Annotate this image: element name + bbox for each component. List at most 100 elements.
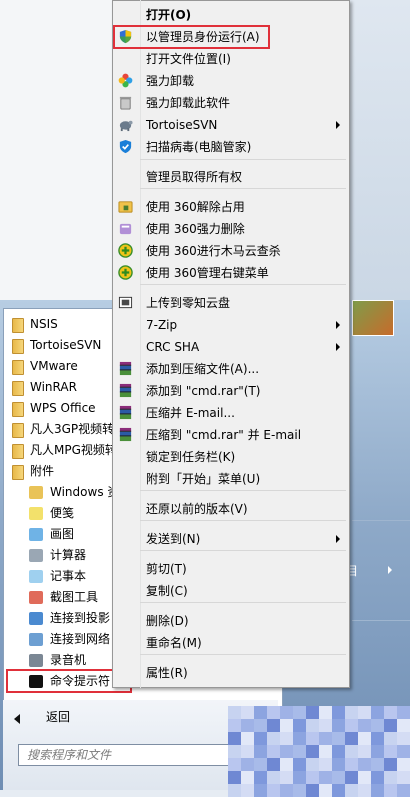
program-app-item[interactable]: 连接到投影 [50, 608, 110, 629]
mosaic-tile [280, 771, 293, 784]
context-menu-item[interactable]: 锁定到任务栏(K) [146, 446, 235, 468]
back-arrow-icon[interactable] [14, 714, 20, 724]
context-menu-item[interactable]: 剪切(T) [146, 558, 187, 580]
360-plus-icon [118, 265, 133, 280]
program-folder-item[interactable]: NSIS [30, 314, 58, 335]
context-menu-item[interactable]: 属性(R) [146, 662, 188, 684]
context-menu-separator [140, 654, 346, 655]
context-menu-item[interactable]: 重命名(M) [146, 632, 202, 654]
program-folder-item[interactable]: 凡人MPG视频转 [30, 440, 117, 461]
mosaic-tile [384, 745, 397, 758]
context-menu-separator [140, 159, 346, 160]
mosaic-tile [319, 732, 332, 745]
notepad-icon [29, 570, 43, 583]
program-app-item[interactable]: Windows 资 [50, 482, 119, 503]
mosaic-tile [332, 758, 345, 771]
delete-360-icon [118, 221, 133, 236]
folder-icon [12, 318, 24, 333]
context-menu-item[interactable]: 上传到零知云盘 [146, 292, 230, 314]
context-menu-item[interactable]: 还原以前的版本(V) [146, 498, 248, 520]
mosaic-tile [332, 719, 345, 732]
mosaic-tile [371, 719, 384, 732]
context-menu-item[interactable]: CRC SHA [146, 336, 199, 358]
context-menu-separator [140, 602, 346, 603]
mosaic-tile [280, 745, 293, 758]
context-menu-item[interactable]: 强力卸载此软件 [146, 92, 230, 114]
mosaic-tile [293, 732, 306, 745]
highlight-box-run-as-admin [113, 25, 270, 49]
context-menu-item[interactable]: 打开(O) [146, 4, 191, 26]
context-menu-item[interactable]: 强力卸载 [146, 70, 194, 92]
mosaic-tile [384, 758, 397, 771]
program-app-item[interactable]: 计算器 [50, 545, 86, 566]
context-menu-item[interactable]: 管理员取得所有权 [146, 166, 242, 188]
program-app-item[interactable]: 便笺 [50, 503, 74, 524]
mosaic-tile [267, 706, 280, 719]
context-menu-item[interactable]: 使用 360进行木马云查杀 [146, 240, 281, 262]
mosaic-tile [358, 784, 371, 797]
program-app-item[interactable]: 截图工具 [50, 587, 98, 608]
context-menu-item[interactable]: 压缩到 "cmd.rar" 并 E-mail [146, 424, 301, 446]
context-menu-item[interactable]: 压缩并 E-mail... [146, 402, 235, 424]
mosaic-tile [319, 706, 332, 719]
mosaic-tile [345, 706, 358, 719]
mosaic-tile [319, 719, 332, 732]
context-menu-item[interactable]: 打开文件位置(I) [146, 48, 231, 70]
colorful-flower-icon [118, 73, 133, 88]
context-menu-item[interactable]: 删除(D) [146, 610, 189, 632]
program-app-item[interactable]: 画图 [50, 524, 74, 545]
context-menu-item[interactable]: 扫描病毒(电脑管家) [146, 136, 251, 158]
program-folder-item[interactable]: 附件 [30, 461, 54, 482]
context-menu-item[interactable]: 使用 360管理右键菜单 [146, 262, 269, 284]
context-menu-item[interactable]: 使用 360解除占用 [146, 196, 245, 218]
mosaic-tile [345, 758, 358, 771]
mosaic-tile [228, 771, 241, 784]
program-folder-item[interactable]: TortoiseSVN [30, 335, 101, 356]
program-folder-item[interactable]: WinRAR [30, 377, 77, 398]
context-menu-item[interactable]: 发送到(N) [146, 528, 200, 550]
context-menu-item[interactable]: TortoiseSVN [146, 114, 217, 136]
mosaic-tile [306, 719, 319, 732]
context-menu-item[interactable]: 添加到 "cmd.rar"(T) [146, 380, 261, 402]
mosaic-tile [254, 719, 267, 732]
mosaic-tile [332, 706, 345, 719]
mosaic-tile [358, 706, 371, 719]
snipping-icon [29, 591, 43, 604]
program-app-item[interactable]: 录音机 [50, 650, 86, 671]
mosaic-tile [254, 732, 267, 745]
program-app-item[interactable]: 记事本 [50, 566, 86, 587]
context-menu-item[interactable]: 添加到压缩文件(A)... [146, 358, 259, 380]
mosaic-tile [228, 784, 241, 797]
mosaic-tile [371, 784, 384, 797]
mosaic-tile [319, 758, 332, 771]
mosaic-tile [293, 784, 306, 797]
context-menu-item[interactable]: 7-Zip [146, 314, 177, 336]
program-folder-item[interactable]: VMware [30, 356, 78, 377]
sticky-note-icon [29, 507, 43, 520]
mosaic-tile [332, 771, 345, 784]
mosaic-tile [267, 771, 280, 784]
mosaic-tile [397, 784, 410, 797]
mosaic-tile [280, 706, 293, 719]
program-folder-item[interactable]: 凡人3GP视频转 [30, 419, 114, 440]
context-menu-item[interactable]: 附到「开始」菜单(U) [146, 468, 260, 490]
mosaic-tile [228, 706, 241, 719]
calculator-icon [29, 549, 43, 562]
context-menu-item[interactable]: 使用 360强力删除 [146, 218, 245, 240]
program-folder-item[interactable]: WPS Office [30, 398, 96, 419]
context-menu-item[interactable]: 复制(C) [146, 580, 188, 602]
mosaic-tile [267, 745, 280, 758]
mosaic-tile [241, 758, 254, 771]
winrar-icon [118, 361, 133, 376]
user-avatar[interactable] [352, 300, 394, 336]
mosaic-tile [306, 745, 319, 758]
projector-icon [29, 612, 43, 625]
winrar-icon [118, 383, 133, 398]
mosaic-tile [397, 771, 410, 784]
program-app-item[interactable]: 连接到网络 [50, 629, 110, 650]
mosaic-tile [319, 771, 332, 784]
back-button[interactable]: 返回 [46, 708, 70, 725]
mosaic-tile [280, 719, 293, 732]
mosaic-tile [293, 771, 306, 784]
mosaic-tile [358, 771, 371, 784]
